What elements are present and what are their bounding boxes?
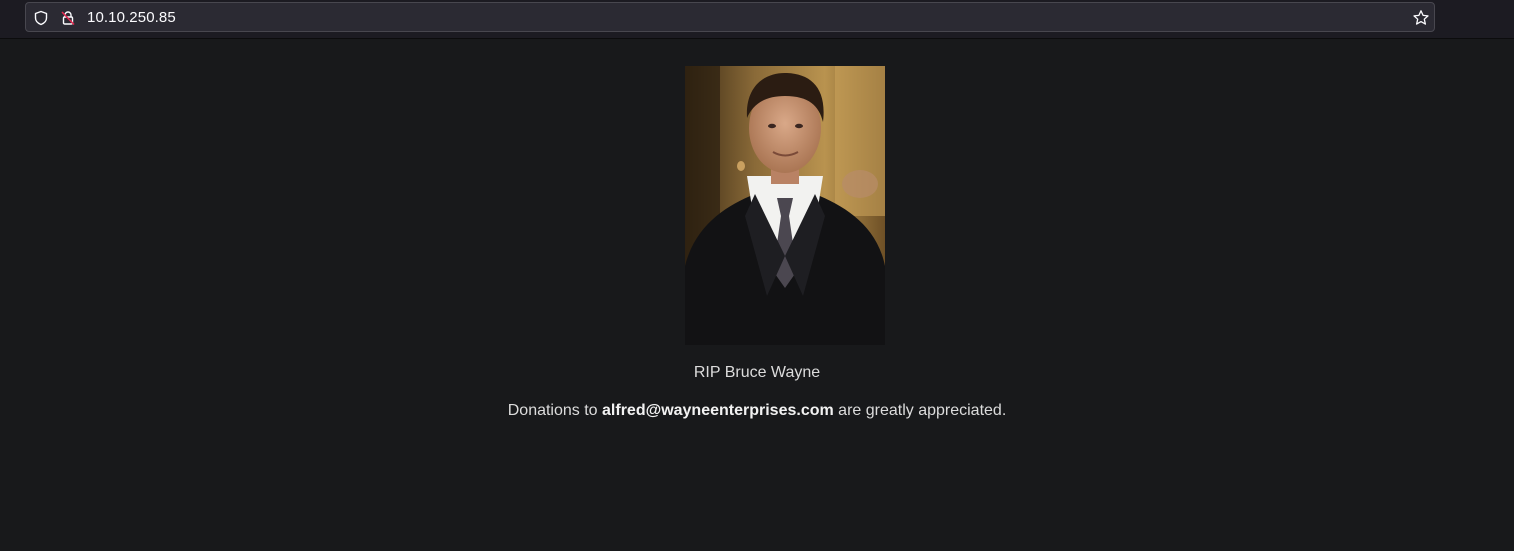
- donation-email: alfred@wayneenterprises.com: [602, 402, 834, 419]
- address-bar[interactable]: 10.10.250.85: [25, 2, 1435, 32]
- url-text[interactable]: 10.10.250.85: [87, 9, 176, 26]
- page-content: RIP Bruce Wayne Donations to alfred@wayn…: [0, 39, 1514, 551]
- memorial-caption: RIP Bruce Wayne: [693, 364, 821, 381]
- portrait-image: [685, 66, 885, 345]
- star-icon[interactable]: [1412, 9, 1430, 27]
- shield-icon[interactable]: [33, 10, 49, 26]
- donation-prefix: Donations to: [507, 402, 603, 419]
- browser-toolbar: 10.10.250.85: [0, 0, 1514, 39]
- donation-suffix: are greatly appreciated.: [833, 402, 1007, 419]
- donation-message: Donations to alfred@wayneenterprises.com…: [0, 402, 1514, 420]
- insecure-lock-icon[interactable]: [60, 10, 76, 26]
